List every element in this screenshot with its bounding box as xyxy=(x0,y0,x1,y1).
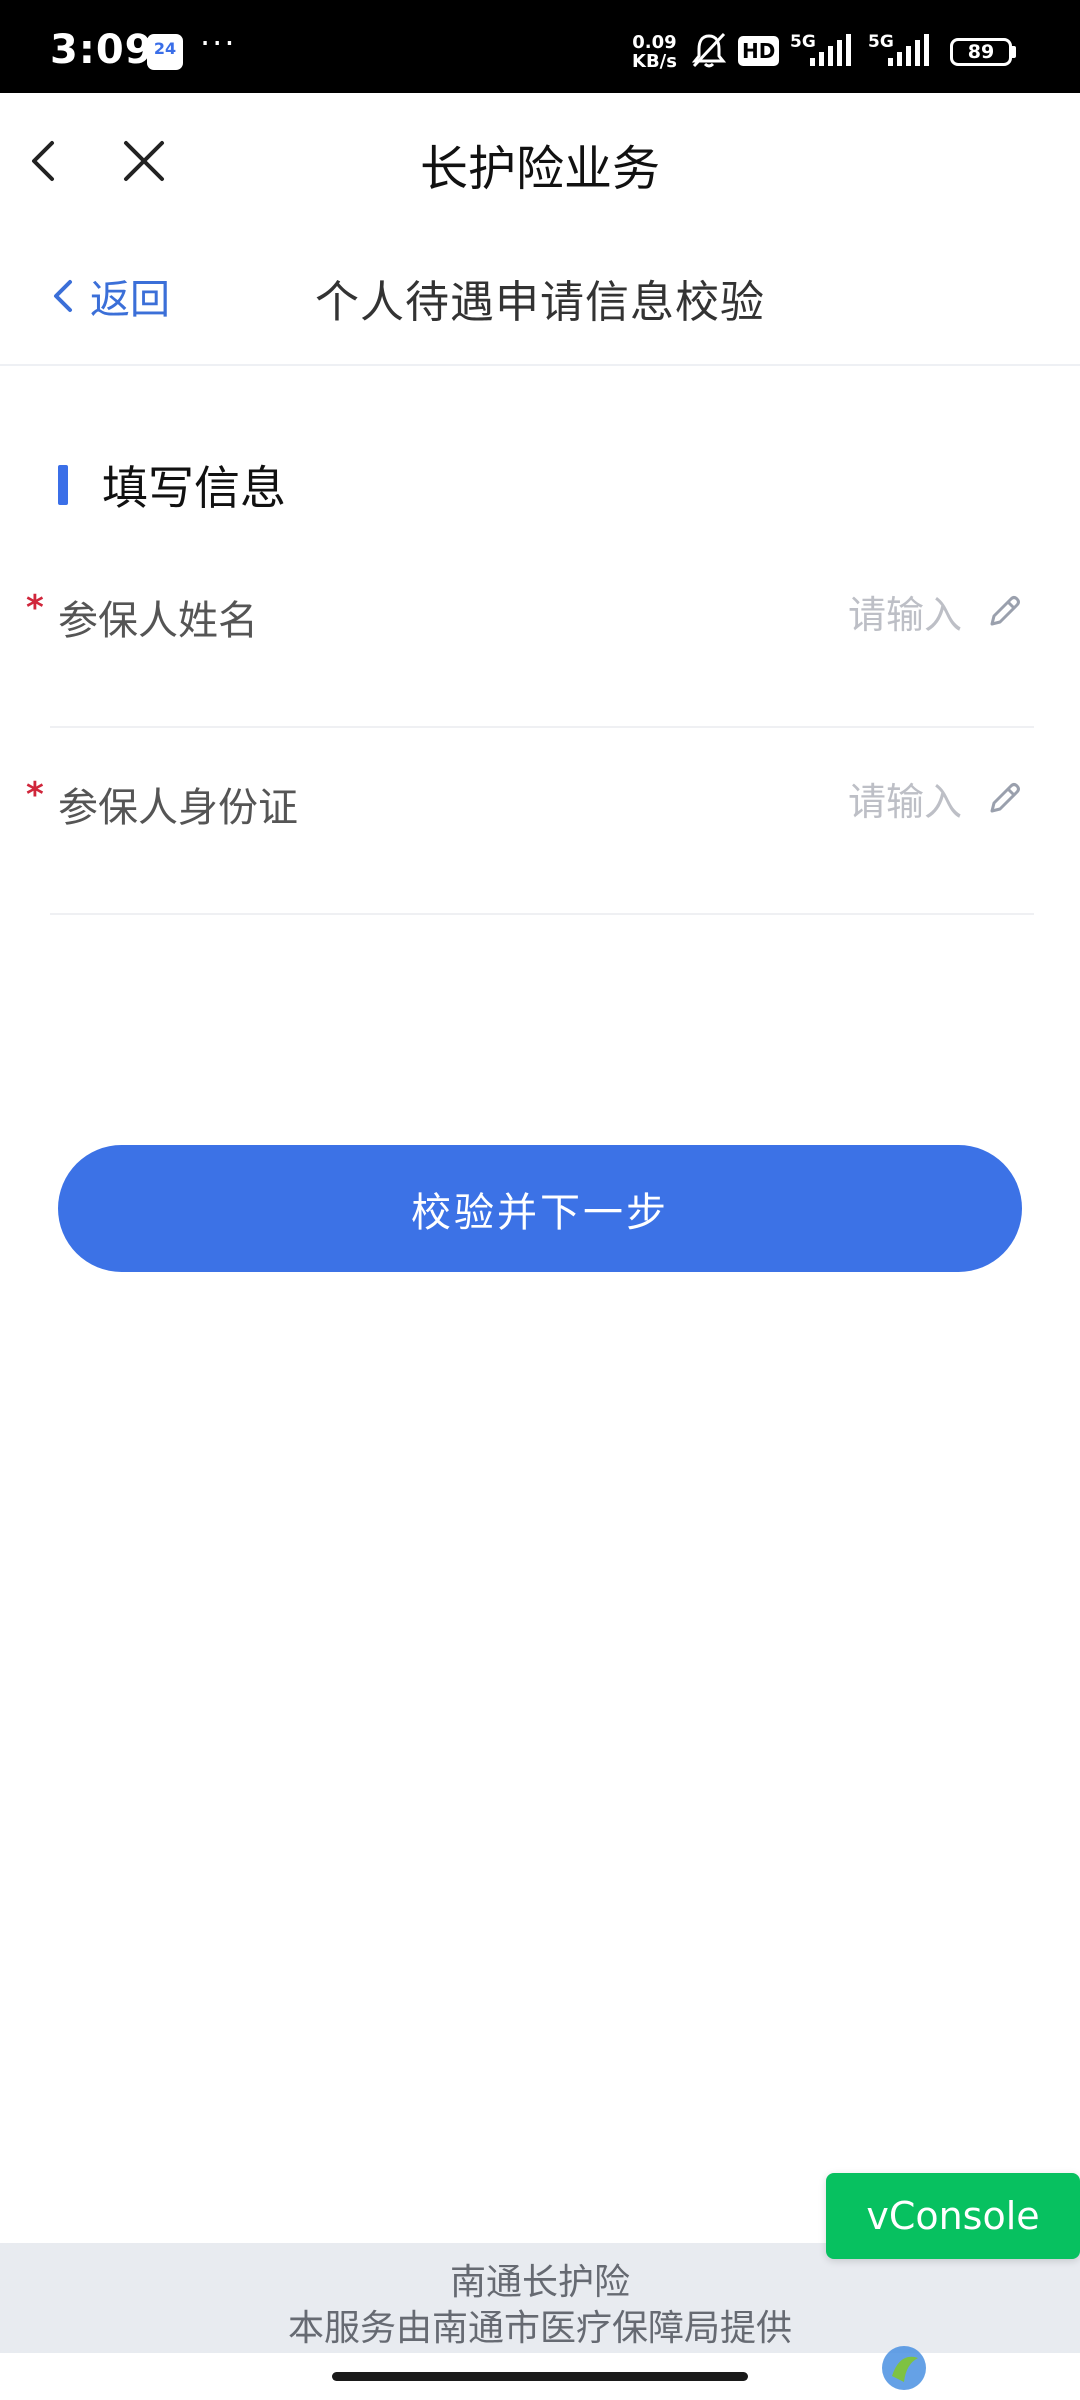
home-indicator[interactable] xyxy=(332,2372,748,2381)
footer: 南通长护险 本服务由南通市医疗保障局提供 xyxy=(0,2243,1080,2353)
sub-header: 返回 个人待遇申请信息校验 xyxy=(0,228,1080,366)
name-field-row: * 参保人姓名 xyxy=(26,540,1034,728)
top-navbar: 长护险业务 xyxy=(0,93,1080,228)
network-speed: 0.09 KB/s xyxy=(632,33,677,71)
network-speed-value: 0.09 xyxy=(632,32,677,53)
section-heading: 填写信息 xyxy=(58,452,286,518)
more-notifications-icon: ··· xyxy=(200,24,237,62)
id-card-field-row: * 参保人身份证 xyxy=(26,727,1034,915)
mute-bell-icon xyxy=(691,32,727,68)
required-mark: * xyxy=(26,775,44,815)
vconsole-button[interactable]: vConsole xyxy=(826,2173,1080,2259)
id-card-field-label: 参保人身份证 xyxy=(58,785,298,831)
section-title: 填写信息 xyxy=(102,461,286,515)
status-bar: 3:09 24 ··· 0.09 KB/s HD 5G 5G 89 xyxy=(0,0,1080,93)
battery-tip xyxy=(1012,46,1016,58)
name-field-label: 参保人姓名 xyxy=(58,598,258,644)
status-time: 3:09 xyxy=(50,27,154,73)
section-page-title: 个人待遇申请信息校验 xyxy=(315,277,765,328)
network-speed-unit: KB/s xyxy=(632,51,677,72)
battery-icon: 89 xyxy=(950,38,1012,66)
calendar-app-icon: 24 xyxy=(147,34,183,70)
name-input[interactable] xyxy=(700,584,964,646)
edit-pencil-icon[interactable] xyxy=(982,777,1026,821)
watermark-logo-icon xyxy=(882,2346,926,2390)
id-card-input[interactable] xyxy=(700,771,964,833)
signal-strength-icon xyxy=(810,34,851,66)
required-mark: * xyxy=(26,588,44,628)
page-title: 长护险业务 xyxy=(419,141,660,197)
signal-strength-icon xyxy=(888,34,929,66)
hd-voice-icon: HD xyxy=(738,36,780,66)
footer-brand: 南通长护险 xyxy=(449,2262,630,2303)
edit-pencil-icon[interactable] xyxy=(982,590,1026,634)
verify-next-button[interactable]: 校验并下一步 xyxy=(58,1145,1022,1272)
section-accent-bar xyxy=(58,465,68,505)
